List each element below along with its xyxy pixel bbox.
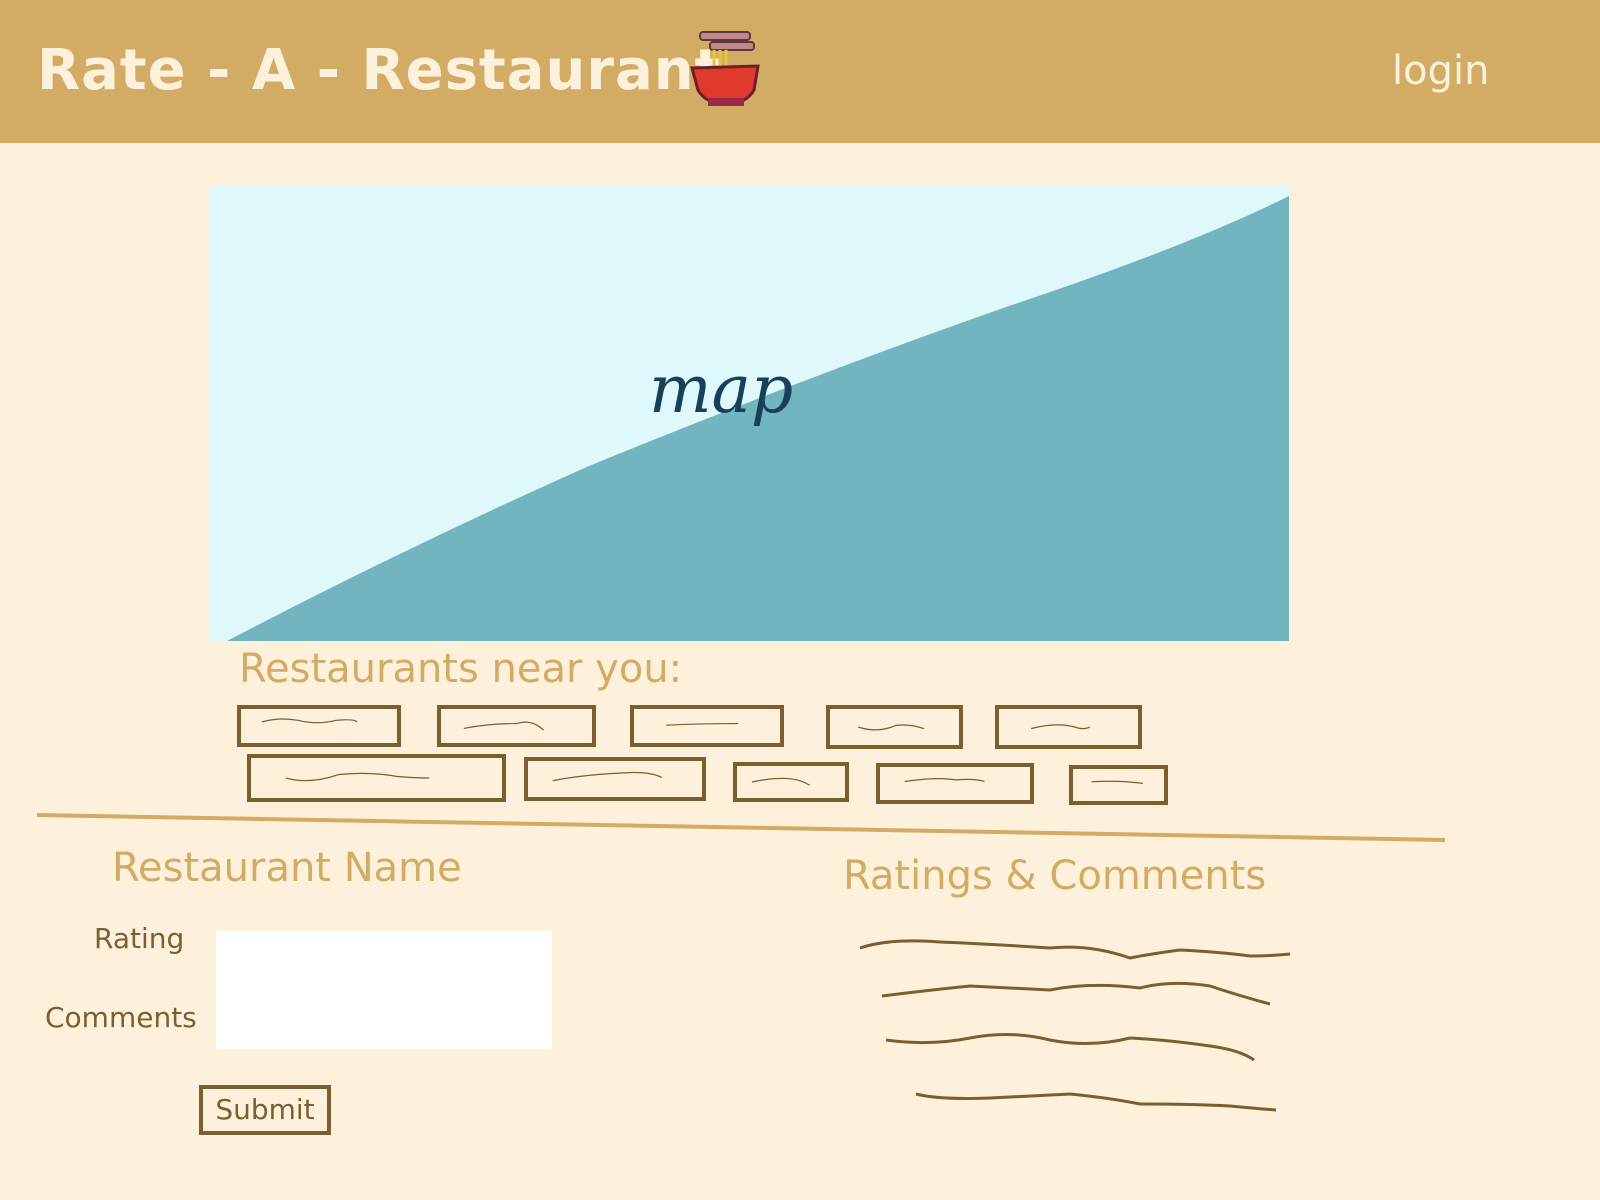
restaurant-name-title: Restaurant Name [112, 845, 462, 891]
comments-label: Comments [45, 1001, 197, 1034]
map-label: map [649, 351, 794, 428]
header-bar: Rate - A - Restaurant login [0, 0, 1600, 143]
restaurant-chip[interactable] [237, 705, 401, 747]
restaurant-chip[interactable] [630, 705, 784, 747]
rating-comments-input[interactable] [216, 931, 552, 1049]
restaurant-chip[interactable] [437, 705, 596, 747]
rating-label: Rating [94, 922, 185, 955]
noodle-bowl-icon [686, 28, 766, 110]
restaurant-chip[interactable] [876, 763, 1034, 804]
restaurant-chip[interactable] [1069, 765, 1168, 805]
app-title: Rate - A - Restaurant [37, 38, 723, 103]
submit-button[interactable]: Submit [199, 1085, 331, 1135]
comments-list-placeholder [859, 939, 1291, 1112]
restaurant-chip[interactable] [524, 757, 706, 801]
nearby-title: Restaurants near you: [239, 646, 683, 692]
restaurant-chip[interactable] [247, 754, 506, 802]
restaurant-chip[interactable] [826, 705, 963, 749]
ratings-comments-title: Ratings & Comments [843, 853, 1267, 899]
login-link[interactable]: login [1392, 48, 1489, 94]
map-area[interactable]: map [209, 186, 1289, 641]
restaurant-chip[interactable] [733, 762, 849, 802]
restaurant-chip[interactable] [995, 705, 1142, 749]
